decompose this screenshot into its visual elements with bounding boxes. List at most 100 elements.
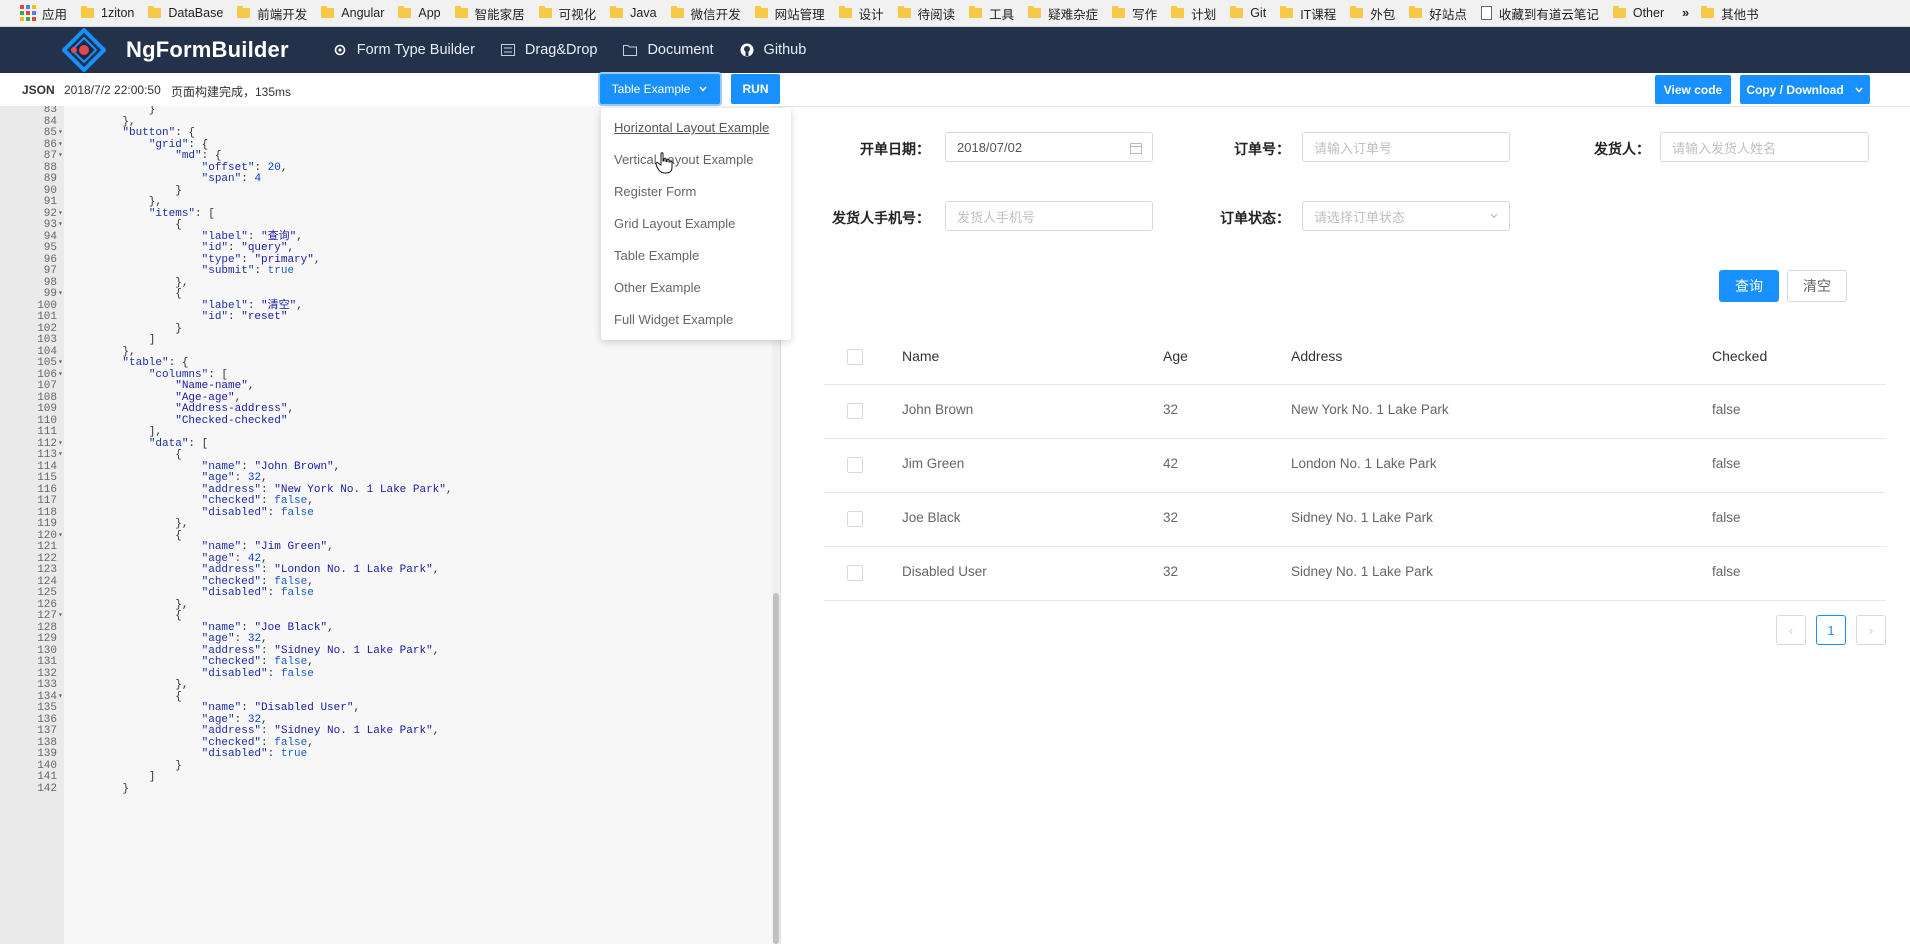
fold-toggle-icon[interactable]: ▾ xyxy=(58,609,63,623)
cell-checked: false xyxy=(1712,402,1741,417)
bookmark-item[interactable]: 网站管理 xyxy=(754,4,825,23)
dropdown-item[interactable]: Full Widget Example xyxy=(614,312,733,327)
shipper-label: 发货人： xyxy=(1594,141,1650,157)
calendar-icon xyxy=(1130,143,1142,154)
order-no-input[interactable]: 请输入订单号 xyxy=(1302,132,1510,162)
folder-icon xyxy=(398,6,412,18)
column-header-checked[interactable]: Checked xyxy=(1712,348,1767,364)
row-checkbox[interactable] xyxy=(847,403,863,419)
bookmark-item[interactable]: 微信开发 xyxy=(670,4,741,23)
fold-toggle-icon[interactable]: ▾ xyxy=(58,149,63,163)
reset-button[interactable]: 清空 xyxy=(1787,270,1847,302)
shipper-phone-input[interactable]: 发货人手机号 xyxy=(945,201,1153,231)
nav-document[interactable]: Document xyxy=(623,42,714,58)
row-checkbox[interactable] xyxy=(847,457,863,473)
table-row[interactable]: John Brown 32 New York No. 1 Lake Park fals… xyxy=(824,384,1886,439)
column-header-age[interactable]: Age xyxy=(1163,348,1188,364)
dropdown-item[interactable]: Other Example xyxy=(614,280,701,295)
cell-name: John Brown xyxy=(902,402,974,417)
bookmark-item[interactable]: 前端开发 xyxy=(237,4,307,23)
fold-toggle-icon[interactable]: ▾ xyxy=(58,690,63,704)
fold-toggle-icon[interactable]: ▾ xyxy=(58,448,63,462)
bookmark-item[interactable]: 外包 xyxy=(1350,4,1395,23)
order-no-label: 订单号： xyxy=(1234,141,1290,157)
mode-label: JSON xyxy=(22,83,55,97)
example-select-button[interactable]: Table Example xyxy=(600,74,720,104)
brand-title[interactable]: NgFormBuilder xyxy=(126,37,289,63)
row-checkbox[interactable] xyxy=(847,511,863,527)
bookmark-item[interactable]: 待阅读 xyxy=(897,4,955,23)
bookmark-item[interactable]: IT课程 xyxy=(1280,4,1336,23)
pagination-next[interactable]: › xyxy=(1856,615,1886,645)
start-date-picker[interactable]: 2018/07/02 xyxy=(945,132,1153,162)
bookmark-item[interactable]: 设计 xyxy=(838,4,884,23)
nav-github[interactable]: Github xyxy=(740,42,806,58)
table-row[interactable]: Jim Green 42 London No. 1 Lake Park false xyxy=(824,438,1886,493)
bookmark-item[interactable]: DataBase xyxy=(148,4,223,23)
cell-address: Sidney No. 1 Lake Park xyxy=(1291,510,1433,525)
folder-icon xyxy=(623,45,638,56)
table-row[interactable]: Disabled User 32 Sidney No. 1 Lake Park fal… xyxy=(824,546,1886,601)
select-all-checkbox[interactable] xyxy=(847,349,863,365)
cell-address: New York No. 1 Lake Park xyxy=(1291,402,1449,417)
folder-icon xyxy=(969,6,983,18)
row-checkbox[interactable] xyxy=(847,565,863,581)
order-status-select[interactable]: 请选择订单状态 xyxy=(1302,201,1510,231)
dropdown-item[interactable]: Register Form xyxy=(614,184,696,199)
nav-form-type-builder[interactable]: Form Type Builder xyxy=(333,42,475,58)
bookmark-item[interactable]: 1ziton xyxy=(81,4,134,23)
fold-toggle-icon[interactable]: ▾ xyxy=(58,529,63,543)
bookmark-item[interactable]: App xyxy=(398,4,441,23)
bookmark-item[interactable]: 收藏到有道云笔记 xyxy=(1480,4,1599,23)
view-code-button[interactable]: View code xyxy=(1655,75,1731,104)
folder-icon xyxy=(148,6,162,18)
page-icon xyxy=(1480,6,1492,20)
folder-icon xyxy=(1230,6,1244,18)
example-dropdown-menu: Horizontal Layout Example Vertical Layout… xyxy=(601,108,791,340)
cell-name: Jim Green xyxy=(902,456,965,471)
fold-toggle-icon[interactable]: ▾ xyxy=(58,368,63,382)
bookmark-item[interactable]: Java xyxy=(610,4,657,23)
cell-age: 32 xyxy=(1163,510,1179,525)
bookmark-item[interactable]: 可视化 xyxy=(538,4,596,23)
top-navbar: NgFormBuilder Form Type Builder Drag&Dro… xyxy=(0,27,1910,73)
bookmark-other[interactable]: 其他书 xyxy=(1701,4,1759,23)
query-button[interactable]: 查询 xyxy=(1719,270,1779,302)
run-button[interactable]: RUN xyxy=(731,74,780,104)
bookmark-item[interactable]: 智能家居 xyxy=(454,4,525,23)
shipper-input[interactable]: 请输入发货人姓名 xyxy=(1660,132,1869,162)
dropdown-item[interactable]: Horizontal Layout Example xyxy=(614,120,769,135)
editor-scrollbar-thumb[interactable] xyxy=(773,593,779,944)
cell-address: Sidney No. 1 Lake Park xyxy=(1291,564,1433,579)
dropdown-item[interactable]: Table Example xyxy=(614,248,699,263)
bookmark-item[interactable]: 工具 xyxy=(969,4,1014,23)
nav-drag-drop[interactable]: Drag&Drop xyxy=(500,42,597,58)
logo-icon[interactable] xyxy=(61,27,107,73)
bookmark-item[interactable]: Other xyxy=(1612,4,1664,23)
fold-toggle-icon[interactable]: ▾ xyxy=(58,287,63,301)
copy-download-button[interactable]: Copy / Download xyxy=(1740,75,1870,104)
dropdown-item[interactable]: Vertical Layout Example xyxy=(614,152,753,167)
apps-grid-icon[interactable] xyxy=(20,5,36,21)
bookmark-item[interactable]: Git xyxy=(1230,4,1266,23)
folder-icon xyxy=(81,6,95,18)
dropdown-item[interactable]: Grid Layout Example xyxy=(614,216,735,231)
bookmark-item[interactable]: Angular xyxy=(321,4,384,23)
pagination-page-1[interactable]: 1 xyxy=(1816,615,1846,645)
column-header-address[interactable]: Address xyxy=(1291,348,1342,364)
table-row[interactable]: Joe Black 32 Sidney No. 1 Lake Park false xyxy=(824,492,1886,547)
folder-icon xyxy=(454,6,468,18)
bookmarks-overflow-button[interactable]: » xyxy=(1682,6,1689,20)
bookmark-item[interactable]: 写作 xyxy=(1112,4,1157,23)
fold-toggle-icon[interactable]: ▾ xyxy=(58,218,63,232)
bookmarks-bar: 应用 1ziton DataBase 前端开发 Angular App 智能家居 可视化 Ja… xyxy=(0,0,1910,27)
bookmark-item[interactable]: 疑难杂症 xyxy=(1028,4,1098,23)
bookmark-item[interactable]: 计划 xyxy=(1171,4,1216,23)
folder-icon xyxy=(1350,6,1364,18)
cell-name: Disabled User xyxy=(902,564,987,579)
pagination-prev[interactable]: ‹ xyxy=(1776,615,1806,645)
column-header-name[interactable]: Name xyxy=(902,348,939,364)
chevron-down-icon xyxy=(1490,213,1498,219)
bookmark-item[interactable]: 好站点 xyxy=(1409,4,1467,23)
bookmark-apps[interactable]: 应用 xyxy=(42,4,67,23)
